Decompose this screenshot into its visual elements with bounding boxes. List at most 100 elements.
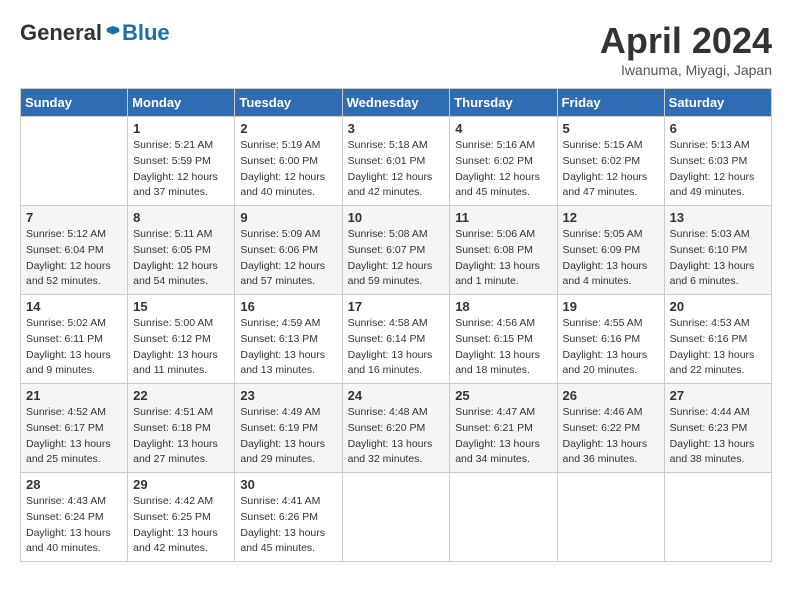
- calendar-cell: 10 Sunrise: 5:08 AMSunset: 6:07 PMDayligh…: [342, 206, 450, 295]
- calendar-cell: 8Sunrise: 5:11 AMSunset: 6:05 PMDaylight…: [128, 206, 235, 295]
- day-number: 19: [563, 299, 659, 314]
- day-info: Sunrise: 4:53 AMSunset: 6:16 PMDaylight:…: [670, 316, 766, 379]
- calendar-cell: [342, 473, 450, 562]
- calendar-cell: 3 Sunrise: 5:18 AMSunset: 6:01 PMDaylight…: [342, 117, 450, 206]
- calendar-cell: 7 Sunrise: 5:12 AMSunset: 6:04 PMDaylight…: [21, 206, 128, 295]
- day-info: Sunrise: 4:48 AMSunset: 6:20 PMDaylight:…: [348, 405, 445, 468]
- day-info: Sunrise: 4:47 AMSunset: 6:21 PMDaylight:…: [455, 405, 551, 468]
- day-number: 6: [670, 121, 766, 136]
- calendar-table: SundayMondayTuesdayWednesdayThursdayFrid…: [20, 88, 772, 562]
- day-number: 5: [563, 121, 659, 136]
- calendar-cell: 29Sunrise: 4:42 AMSunset: 6:25 PMDayligh…: [128, 473, 235, 562]
- day-number: 28: [26, 477, 122, 492]
- weekday-header-thursday: Thursday: [450, 89, 557, 117]
- day-info: Sunrise: 4:51 AMSunset: 6:18 PMDaylight:…: [133, 405, 229, 468]
- day-number: 21: [26, 388, 122, 403]
- day-info: Sunrise: 5:16 AMSunset: 6:02 PMDaylight:…: [455, 138, 551, 201]
- day-number: 22: [133, 388, 229, 403]
- logo-general-text: General: [20, 20, 102, 46]
- calendar-cell: 9 Sunrise: 5:09 AMSunset: 6:06 PMDaylight…: [235, 206, 342, 295]
- day-info: Sunrise: 5:09 AMSunset: 6:06 PMDaylight:…: [240, 227, 336, 290]
- weekday-header-row: SundayMondayTuesdayWednesdayThursdayFrid…: [21, 89, 772, 117]
- calendar-week-row: 7 Sunrise: 5:12 AMSunset: 6:04 PMDaylight…: [21, 206, 772, 295]
- weekday-header-wednesday: Wednesday: [342, 89, 450, 117]
- calendar-cell: 20 Sunrise: 4:53 AMSunset: 6:16 PMDayligh…: [664, 295, 771, 384]
- day-number: 10: [348, 210, 445, 225]
- day-number: 26: [563, 388, 659, 403]
- day-info: Sunrise: 4:44 AMSunset: 6:23 PMDaylight:…: [670, 405, 766, 468]
- day-info: Sunrise: 5:12 AMSunset: 6:04 PMDaylight:…: [26, 227, 122, 290]
- logo: General Blue: [20, 20, 170, 46]
- logo-blue-text: Blue: [122, 20, 170, 46]
- day-number: 16: [240, 299, 336, 314]
- title-block: April 2024 Iwanuma, Miyagi, Japan: [600, 20, 772, 78]
- month-title: April 2024: [600, 20, 772, 62]
- day-info: Sunrise: 5:13 AMSunset: 6:03 PMDaylight:…: [670, 138, 766, 201]
- day-number: 29: [133, 477, 229, 492]
- weekday-header-monday: Monday: [128, 89, 235, 117]
- day-number: 3: [348, 121, 445, 136]
- day-info: Sunrise: 5:08 AMSunset: 6:07 PMDaylight:…: [348, 227, 445, 290]
- day-number: 2: [240, 121, 336, 136]
- calendar-cell: 12 Sunrise: 5:05 AMSunset: 6:09 PMDayligh…: [557, 206, 664, 295]
- calendar-cell: 18Sunrise: 4:56 AMSunset: 6:15 PMDayligh…: [450, 295, 557, 384]
- day-info: Sunrise: 5:21 AMSunset: 5:59 PMDaylight:…: [133, 138, 229, 201]
- calendar-cell: 19 Sunrise: 4:55 AMSunset: 6:16 PMDayligh…: [557, 295, 664, 384]
- day-info: Sunrise: 5:11 AMSunset: 6:05 PMDaylight:…: [133, 227, 229, 290]
- day-info: Sunrise: 5:00 AMSunset: 6:12 PMDaylight:…: [133, 316, 229, 379]
- day-number: 23: [240, 388, 336, 403]
- day-number: 15: [133, 299, 229, 314]
- calendar-cell: 15 Sunrise: 5:00 AMSunset: 6:12 PMDayligh…: [128, 295, 235, 384]
- day-info: Sunrise: 5:06 AMSunset: 6:08 PMDaylight:…: [455, 227, 551, 290]
- calendar-cell: 2 Sunrise: 5:19 AMSunset: 6:00 PMDaylight…: [235, 117, 342, 206]
- day-info: Sunrise: 5:19 AMSunset: 6:00 PMDaylight:…: [240, 138, 336, 201]
- day-number: 14: [26, 299, 122, 314]
- calendar-cell: [21, 117, 128, 206]
- calendar-cell: 14 Sunrise: 5:02 AMSunset: 6:11 PMDayligh…: [21, 295, 128, 384]
- calendar-cell: 28Sunrise: 4:43 AMSunset: 6:24 PMDayligh…: [21, 473, 128, 562]
- calendar-cell: [450, 473, 557, 562]
- calendar-cell: 23Sunrise: 4:49 AMSunset: 6:19 PMDayligh…: [235, 384, 342, 473]
- calendar-cell: 27 Sunrise: 4:44 AMSunset: 6:23 PMDayligh…: [664, 384, 771, 473]
- day-number: 27: [670, 388, 766, 403]
- calendar-cell: 5 Sunrise: 5:15 AMSunset: 6:02 PMDaylight…: [557, 117, 664, 206]
- calendar-week-row: 28Sunrise: 4:43 AMSunset: 6:24 PMDayligh…: [21, 473, 772, 562]
- day-number: 7: [26, 210, 122, 225]
- day-info: Sunrise: 5:02 AMSunset: 6:11 PMDaylight:…: [26, 316, 122, 379]
- calendar-cell: 4Sunrise: 5:16 AMSunset: 6:02 PMDaylight…: [450, 117, 557, 206]
- day-info: Sunrise: 5:03 AMSunset: 6:10 PMDaylight:…: [670, 227, 766, 290]
- day-info: Sunrise: 5:05 AMSunset: 6:09 PMDaylight:…: [563, 227, 659, 290]
- calendar-cell: 22 Sunrise: 4:51 AMSunset: 6:18 PMDayligh…: [128, 384, 235, 473]
- day-info: Sunrise: 4:52 AMSunset: 6:17 PMDaylight:…: [26, 405, 122, 468]
- day-info: Sunrise: 4:55 AMSunset: 6:16 PMDaylight:…: [563, 316, 659, 379]
- calendar-cell: 13Sunrise: 5:03 AMSunset: 6:10 PMDayligh…: [664, 206, 771, 295]
- calendar-cell: 25Sunrise: 4:47 AMSunset: 6:21 PMDayligh…: [450, 384, 557, 473]
- weekday-header-saturday: Saturday: [664, 89, 771, 117]
- logo-bird-icon: [104, 24, 122, 42]
- day-number: 12: [563, 210, 659, 225]
- calendar-cell: 24Sunrise: 4:48 AMSunset: 6:20 PMDayligh…: [342, 384, 450, 473]
- day-info: Sunrise: 4:58 AMSunset: 6:14 PMDaylight:…: [348, 316, 445, 379]
- calendar-week-row: 1Sunrise: 5:21 AMSunset: 5:59 PMDaylight…: [21, 117, 772, 206]
- calendar-cell: 17 Sunrise: 4:58 AMSunset: 6:14 PMDayligh…: [342, 295, 450, 384]
- calendar-cell: 26 Sunrise: 4:46 AMSunset: 6:22 PMDayligh…: [557, 384, 664, 473]
- weekday-header-friday: Friday: [557, 89, 664, 117]
- day-number: 17: [348, 299, 445, 314]
- day-number: 20: [670, 299, 766, 314]
- day-info: Sunrise: 4:41 AMSunset: 6:26 PMDaylight:…: [240, 494, 336, 557]
- day-info: Sunrise: 4:46 AMSunset: 6:22 PMDaylight:…: [563, 405, 659, 468]
- calendar-cell: 11 Sunrise: 5:06 AMSunset: 6:08 PMDayligh…: [450, 206, 557, 295]
- page-header: General Blue April 2024 Iwanuma, Miyagi,…: [20, 20, 772, 78]
- calendar-cell: 1Sunrise: 5:21 AMSunset: 5:59 PMDaylight…: [128, 117, 235, 206]
- location-text: Iwanuma, Miyagi, Japan: [600, 62, 772, 78]
- calendar-cell: 30Sunrise: 4:41 AMSunset: 6:26 PMDayligh…: [235, 473, 342, 562]
- day-number: 11: [455, 210, 551, 225]
- calendar-cell: 16 Sunrise: 4:59 AMSunset: 6:13 PMDayligh…: [235, 295, 342, 384]
- calendar-cell: [557, 473, 664, 562]
- day-number: 9: [240, 210, 336, 225]
- calendar-week-row: 21 Sunrise: 4:52 AMSunset: 6:17 PMDayligh…: [21, 384, 772, 473]
- calendar-cell: 6 Sunrise: 5:13 AMSunset: 6:03 PMDaylight…: [664, 117, 771, 206]
- day-info: Sunrise: 5:18 AMSunset: 6:01 PMDaylight:…: [348, 138, 445, 201]
- day-info: Sunrise: 5:15 AMSunset: 6:02 PMDaylight:…: [563, 138, 659, 201]
- day-info: Sunrise: 4:59 AMSunset: 6:13 PMDaylight:…: [240, 316, 336, 379]
